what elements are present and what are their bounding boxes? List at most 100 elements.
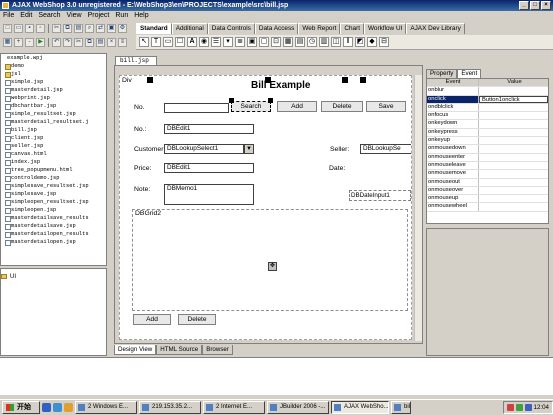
task-remote[interactable]: 219.153.35.2... — [139, 401, 201, 414]
event-row[interactable]: ondblclick — [427, 103, 548, 113]
editor-scrollbar[interactable] — [414, 75, 422, 341]
bevel-icon[interactable]: ◩ — [355, 37, 365, 47]
tab-html-source[interactable]: HTML Source — [156, 345, 203, 355]
scrollbox-icon[interactable]: ▥ — [319, 37, 329, 47]
tree-item[interactable]: simple_resultset.jsp — [1, 110, 106, 118]
tab-property[interactable]: Property — [426, 69, 458, 78]
align-icon[interactable]: ≡ — [118, 38, 127, 47]
task-windows-explorer[interactable]: 2 Windows E... — [75, 401, 137, 414]
selection-handle[interactable] — [268, 98, 273, 103]
cut-icon[interactable]: ✂ — [74, 38, 83, 47]
dblookupselect-field[interactable]: DBLookupSelect1 — [164, 144, 244, 154]
new-project-icon[interactable]: ▦ — [3, 38, 12, 47]
selection-handle[interactable] — [342, 77, 348, 83]
add-file-icon[interactable]: + — [14, 38, 23, 47]
desktop-icon[interactable] — [53, 403, 62, 412]
menu-edit[interactable]: Edit — [20, 11, 32, 21]
tree-item[interactable]: masterdetailsave.jsp — [1, 222, 106, 230]
splitter-icon[interactable]: ‖ — [343, 37, 353, 47]
grid-delete-button[interactable]: Delete — [178, 314, 216, 325]
minimize-button[interactable]: _ — [519, 1, 529, 10]
task-jbuilder[interactable]: JBuilder 2006 -... — [267, 401, 329, 414]
new-icon[interactable]: □ — [3, 24, 12, 33]
event-row[interactable]: onkeyup — [427, 137, 548, 146]
project-icon[interactable]: ▣ — [107, 24, 116, 33]
menu-help[interactable]: Help — [134, 11, 148, 21]
event-row[interactable]: onmousewheel — [427, 203, 548, 212]
event-value[interactable] — [479, 187, 548, 194]
dbdateinput-field[interactable]: DBDateInput1 — [349, 190, 411, 201]
panel-icon[interactable]: ▢ — [259, 37, 269, 47]
tree-item[interactable]: masterdetailsave_results — [1, 214, 106, 222]
tab-web-report[interactable]: Web Report — [298, 23, 341, 34]
event-value[interactable] — [479, 179, 548, 186]
iframe-icon[interactable]: ◫ — [331, 37, 341, 47]
event-value[interactable] — [479, 137, 548, 144]
no-input[interactable] — [164, 103, 229, 113]
tray-icon[interactable] — [515, 404, 523, 411]
cut-icon[interactable]: ✂ — [52, 24, 61, 33]
menu-file[interactable]: File — [3, 11, 14, 21]
tab-event[interactable]: Event — [457, 69, 482, 78]
tab-browser[interactable]: Browser — [202, 345, 233, 355]
event-row[interactable]: onmousedown — [427, 145, 548, 154]
tray-icon[interactable] — [506, 404, 514, 411]
paste-icon[interactable]: ▤ — [74, 24, 83, 33]
event-value[interactable] — [479, 170, 548, 177]
tree-root[interactable]: example.wpj — [1, 54, 106, 62]
event-row[interactable]: onkeypress — [427, 128, 548, 138]
tree-item[interactable]: simpleopen.jsp — [1, 206, 106, 214]
tree-item[interactable]: jsl — [1, 70, 106, 78]
copy-icon[interactable]: ⧉ — [85, 38, 94, 47]
shape-icon[interactable]: ◆ — [367, 37, 377, 47]
move-handle-icon[interactable]: ✥ — [268, 262, 277, 271]
selection-handle[interactable] — [147, 77, 153, 83]
tab-standard[interactable]: Standard — [136, 23, 172, 34]
tree-item[interactable]: dbchartbar.jsp — [1, 102, 106, 110]
timer-icon[interactable]: ◷ — [307, 37, 317, 47]
selection-handle[interactable] — [360, 77, 366, 83]
tab-design-view[interactable]: Design View — [114, 345, 157, 355]
task-ajax-webshop[interactable]: AJAX WebSho... — [331, 401, 389, 414]
arrow-icon[interactable]: ↖ — [139, 37, 149, 47]
delete-button[interactable]: Delete — [321, 101, 363, 112]
find-icon[interactable]: ⌕ — [85, 24, 94, 33]
tree-item[interactable]: webprint.jsp — [1, 94, 106, 102]
text-icon[interactable]: A — [187, 37, 197, 47]
open-icon[interactable]: ▭ — [14, 24, 23, 33]
combobox-icon[interactable]: ▾ — [223, 37, 233, 47]
tree-item[interactable]: masterdetailopen_results — [1, 230, 106, 238]
replace-icon[interactable]: ⇄ — [96, 24, 105, 33]
tree-item[interactable]: masterdetail.jsp — [1, 86, 106, 94]
redo-icon[interactable]: ↷ — [63, 38, 72, 47]
label-icon[interactable]: T — [151, 37, 161, 47]
remove-file-icon[interactable]: - — [25, 38, 34, 47]
save-button[interactable]: Save — [366, 101, 406, 112]
listbox-icon[interactable]: ☰ — [211, 37, 221, 47]
file-tab[interactable]: bill.jsp — [115, 56, 157, 65]
tree-item[interactable]: bill.jsp — [1, 126, 106, 134]
dbgrid[interactable]: DBGrid2 ✥ — [132, 209, 408, 311]
tree-item[interactable]: client.jsp — [1, 134, 106, 142]
tab-additional[interactable]: Additional — [171, 23, 208, 34]
event-value[interactable]: Button1onclick — [479, 95, 548, 103]
options-icon[interactable]: ⚙ — [118, 24, 127, 33]
tree-item[interactable]: seller.jsp — [1, 142, 106, 150]
groupbox-icon[interactable]: ⊡ — [271, 37, 281, 47]
task-internet-explorer[interactable]: 2 Internet E... — [203, 401, 265, 414]
tree-item[interactable]: tree_popupmenu.html — [1, 166, 106, 174]
save-all-icon[interactable]: ▫ — [36, 24, 45, 33]
dbedit1b-field[interactable]: DBEdit1 — [164, 163, 254, 173]
tree-item[interactable]: index.jsp — [1, 158, 106, 166]
event-value[interactable] — [479, 145, 548, 152]
event-row[interactable]: onblur — [427, 87, 548, 96]
menu-run[interactable]: Run — [115, 11, 128, 21]
tab-data-access[interactable]: Data Access — [254, 23, 299, 34]
run-icon[interactable]: ▶ — [36, 38, 45, 47]
design-canvas[interactable]: Div Bill Example No. Search Add Delete S… — [119, 75, 412, 340]
event-row[interactable]: onmousemove — [427, 170, 548, 179]
copy-icon[interactable]: ⧉ — [63, 24, 72, 33]
tree-item[interactable]: demo — [1, 62, 106, 70]
chevron-down-icon[interactable]: ▼ — [244, 144, 254, 154]
button-icon[interactable]: ▭ — [163, 37, 173, 47]
